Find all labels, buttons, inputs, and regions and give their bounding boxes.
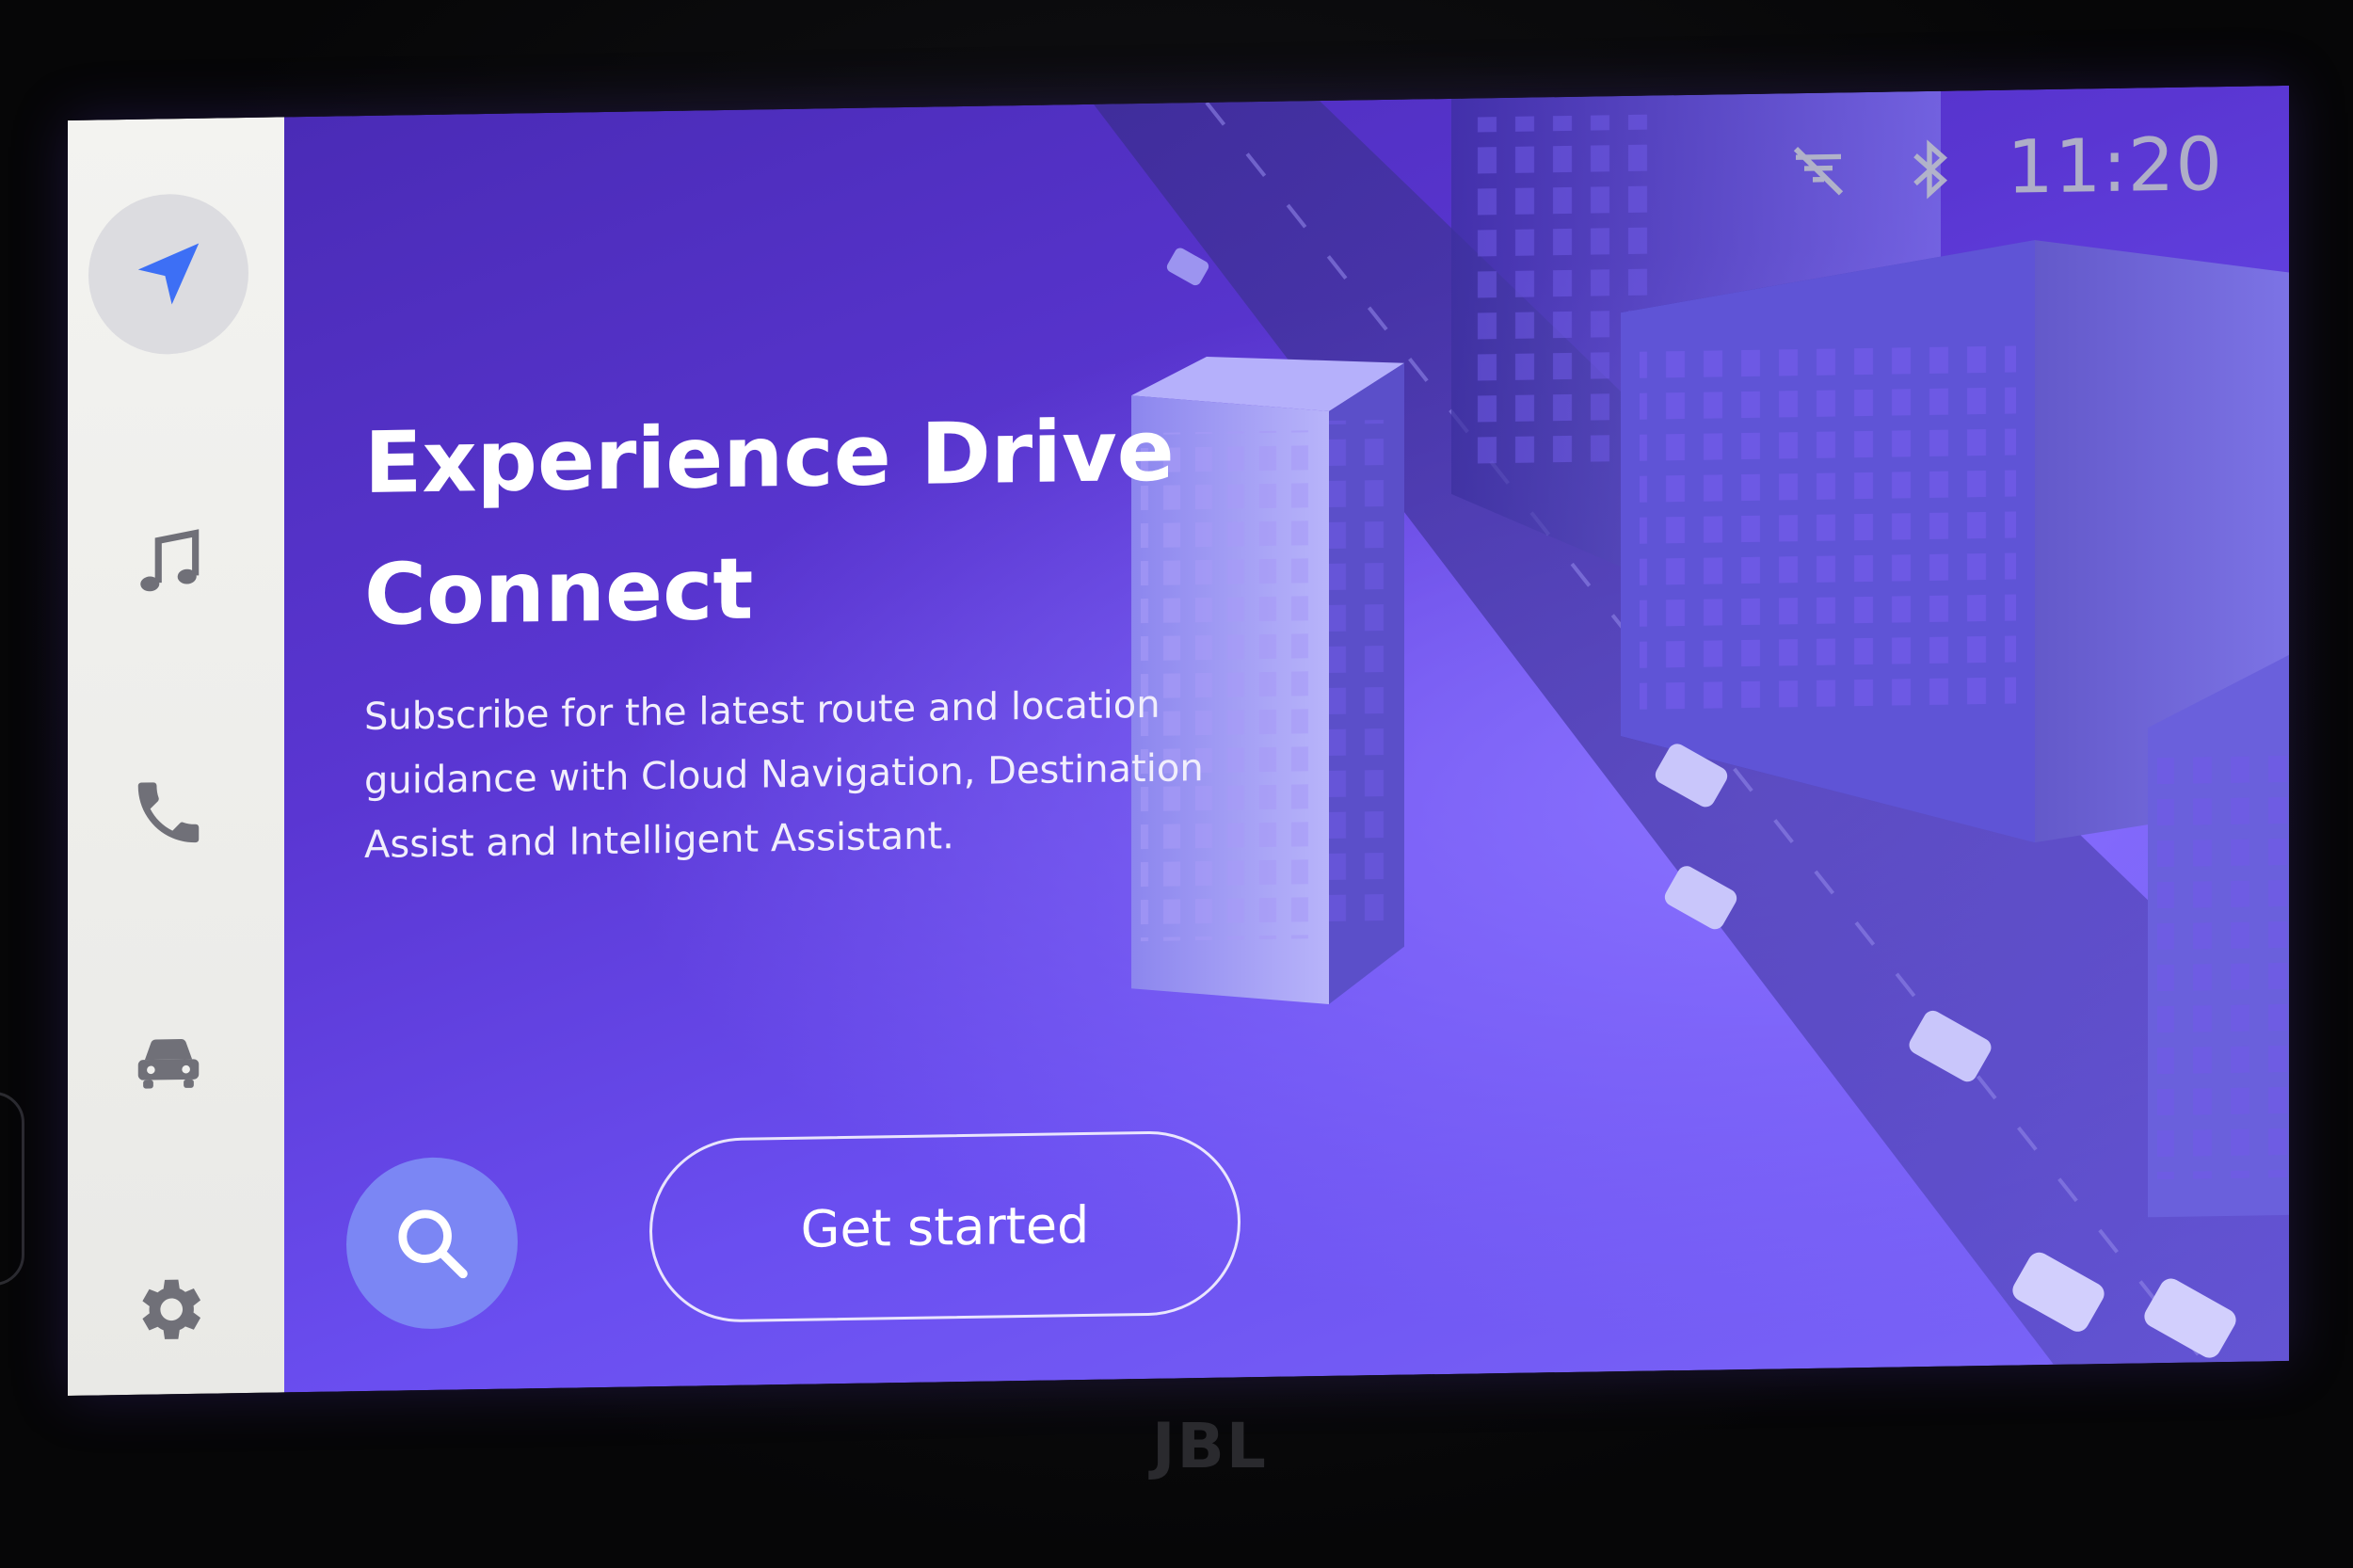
control-knob [0, 1092, 24, 1286]
speaker-brand-logo: JBL [1152, 1410, 1268, 1482]
sidebar-item-phone[interactable] [88, 731, 248, 894]
get-started-button[interactable]: Get started [649, 1129, 1241, 1324]
phone-icon [137, 782, 200, 843]
infotainment-screen: 11:20 Experience Drive Connect Subscribe… [68, 85, 2289, 1397]
title-line-1: Experience Drive [364, 401, 1175, 514]
sidebar-item-settings[interactable] [88, 1228, 248, 1391]
page-subtitle: Subscribe for the latest route and locat… [364, 671, 1249, 877]
page-title: Experience Drive Connect [364, 385, 1211, 662]
no-signal-icon [1794, 146, 1844, 196]
clock: 11:20 [2007, 122, 2223, 211]
sidebar-item-navigation[interactable] [88, 192, 248, 356]
title-line-2: Connect [364, 539, 754, 646]
sidebar [68, 117, 284, 1397]
car-icon [137, 1039, 200, 1089]
sidebar-item-music[interactable] [88, 483, 248, 646]
status-bar: 11:20 [1785, 122, 2223, 214]
city-illustration [1094, 90, 2289, 1365]
search-button[interactable] [346, 1156, 518, 1331]
main-content: 11:20 Experience Drive Connect Subscribe… [284, 85, 2289, 1393]
gear-icon [142, 1279, 201, 1339]
music-note-icon [140, 529, 200, 592]
bluetooth-icon [1913, 139, 1948, 200]
search-icon [398, 1209, 468, 1279]
sidebar-item-vehicle[interactable] [88, 982, 248, 1144]
navigation-arrow-icon [137, 243, 200, 305]
